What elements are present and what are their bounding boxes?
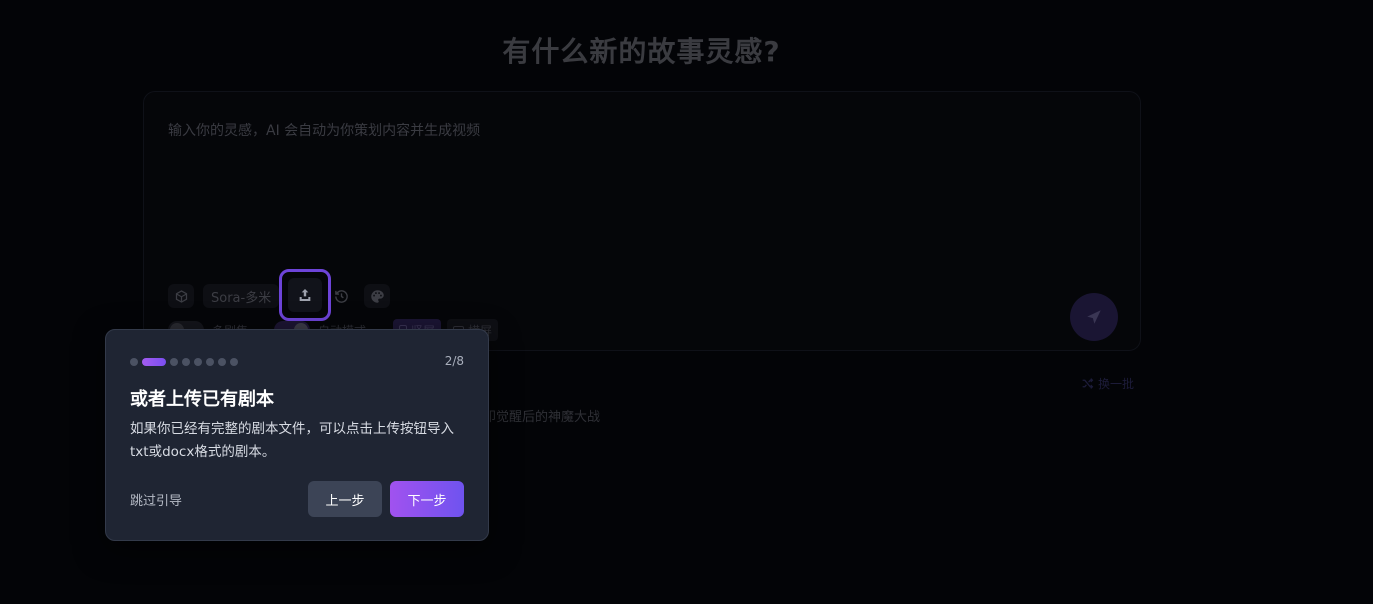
previous-step-button[interactable]: 上一步 (308, 481, 382, 517)
tour-title: 或者上传已有剧本 (130, 389, 274, 410)
tour-dot (182, 358, 190, 366)
upload-script-highlight[interactable] (279, 269, 331, 321)
tour-dot (206, 358, 214, 366)
tour-dot-active (142, 358, 166, 366)
tour-progress (130, 358, 238, 366)
send-button[interactable] (1070, 293, 1118, 341)
tour-dot (130, 358, 138, 366)
tour-description: 如果你已经有完整的剧本文件，可以点击上传按钮导入txt或docx格式的剧本。 (130, 421, 454, 460)
send-icon (1087, 310, 1101, 324)
refresh-label: 换一批 (1098, 377, 1135, 391)
suggestion-item[interactable]: 封印觉醒后的神魔大战 (470, 406, 600, 425)
tour-step-counter: 2/8 (444, 354, 464, 368)
model-label: Sora-多米 (211, 290, 272, 306)
onboarding-tour-popover: 2/8 或者上传已有剧本 如果你已经有完整的剧本文件，可以点击上传按钮导入txt… (105, 329, 489, 541)
refresh-suggestions-button[interactable]: 换一批 (1081, 375, 1134, 392)
cube-icon (175, 289, 187, 303)
upload-icon (299, 289, 311, 301)
skip-tour-link[interactable]: 跳过引导 (130, 490, 182, 509)
next-step-button[interactable]: 下一步 (390, 481, 464, 517)
prompt-input[interactable]: 输入你的灵感，AI 会自动为你策划内容并生成视频 (168, 120, 480, 140)
cube-button[interactable] (168, 284, 194, 308)
model-selector[interactable]: Sora-多米 (203, 284, 280, 308)
style-button[interactable] (364, 284, 390, 308)
tour-dot (194, 358, 202, 366)
tour-dot (230, 358, 238, 366)
tour-dot (218, 358, 226, 366)
upload-button[interactable] (288, 278, 322, 312)
page-title: 有什么新的故事灵感? (502, 35, 781, 68)
tour-dot (170, 358, 178, 366)
history-button[interactable] (329, 284, 353, 308)
shuffle-icon (1082, 378, 1094, 389)
palette-icon (370, 289, 384, 303)
history-icon (334, 289, 348, 303)
